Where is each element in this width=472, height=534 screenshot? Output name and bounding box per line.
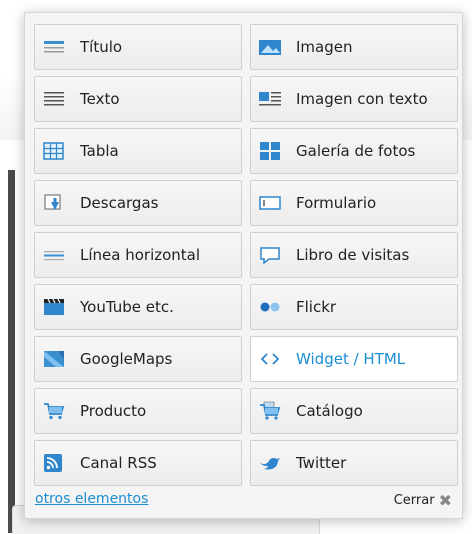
- element-catalog-button[interactable]: Catálogo: [250, 388, 458, 434]
- element-form-button[interactable]: Formulario: [250, 180, 458, 226]
- element-grid: Título Imagen Texto Imagen con texto Tab…: [34, 24, 458, 492]
- map-icon: [42, 349, 66, 369]
- downloads-icon: [42, 193, 66, 213]
- element-twitter-button[interactable]: Twitter: [250, 440, 458, 486]
- element-text-button[interactable]: Texto: [34, 76, 242, 122]
- rss-icon: [42, 453, 66, 473]
- catalog-cart-icon: [258, 401, 282, 421]
- element-rss-label: Canal RSS: [80, 454, 157, 472]
- element-downloads-label: Descargas: [80, 194, 159, 212]
- element-hr-button[interactable]: Línea horizontal: [34, 232, 242, 278]
- element-image-button[interactable]: Imagen: [250, 24, 458, 70]
- element-downloads-button[interactable]: Descargas: [34, 180, 242, 226]
- element-form-label: Formulario: [296, 194, 377, 212]
- element-product-label: Producto: [80, 402, 147, 420]
- close-icon: ✖: [438, 491, 452, 510]
- add-element-panel: Título Imagen Texto Imagen con texto Tab…: [24, 12, 463, 519]
- twitter-icon: [258, 453, 282, 473]
- element-video-button[interactable]: YouTube etc.: [34, 284, 242, 330]
- code-icon: [258, 349, 282, 369]
- close-label: Cerrar: [393, 493, 435, 508]
- text-icon: [42, 89, 66, 109]
- page-sidebar-strip: [8, 170, 15, 533]
- element-catalog-label: Catálogo: [296, 402, 363, 420]
- close-button[interactable]: Cerrar ✖: [394, 491, 452, 510]
- element-maps-button[interactable]: GoogleMaps: [34, 336, 242, 382]
- guestbook-icon: [258, 245, 282, 265]
- element-guestbook-label: Libro de visitas: [296, 246, 410, 264]
- element-maps-label: GoogleMaps: [80, 350, 173, 368]
- flickr-icon: [258, 297, 282, 317]
- element-flickr-button[interactable]: Flickr: [250, 284, 458, 330]
- element-title-label: Título: [80, 38, 123, 56]
- element-table-button[interactable]: Tabla: [34, 128, 242, 174]
- element-image-label: Imagen: [296, 38, 353, 56]
- element-video-label: YouTube etc.: [80, 298, 174, 316]
- element-guestbook-button[interactable]: Libro de visitas: [250, 232, 458, 278]
- element-image-text-button[interactable]: Imagen con texto: [250, 76, 458, 122]
- element-widget-label: Widget / HTML: [296, 350, 406, 368]
- element-text-label: Texto: [80, 90, 120, 108]
- element-widget-button[interactable]: Widget / HTML: [250, 336, 458, 382]
- element-twitter-label: Twitter: [296, 454, 347, 472]
- image-text-icon: [258, 89, 282, 109]
- video-icon: [42, 297, 66, 317]
- table-icon: [42, 141, 66, 161]
- element-product-button[interactable]: Producto: [34, 388, 242, 434]
- element-title-button[interactable]: Título: [34, 24, 242, 70]
- horizontal-line-icon: [42, 245, 66, 265]
- form-icon: [258, 193, 282, 213]
- element-hr-label: Línea horizontal: [80, 246, 201, 264]
- element-gallery-button[interactable]: Galería de fotos: [250, 128, 458, 174]
- element-gallery-label: Galería de fotos: [296, 142, 416, 160]
- cart-icon: [42, 401, 66, 421]
- element-rss-button[interactable]: Canal RSS: [34, 440, 242, 486]
- title-icon: [42, 37, 66, 57]
- element-table-label: Tabla: [80, 142, 119, 160]
- element-flickr-label: Flickr: [296, 298, 337, 316]
- element-image-text-label: Imagen con texto: [296, 90, 428, 108]
- more-elements-link[interactable]: otros elementos: [35, 491, 148, 507]
- image-icon: [258, 37, 282, 57]
- photo-gallery-icon: [258, 141, 282, 161]
